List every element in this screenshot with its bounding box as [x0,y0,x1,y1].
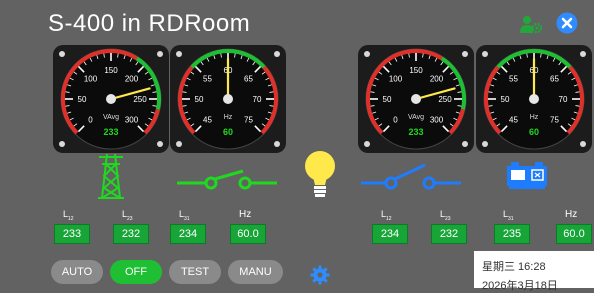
gauge-scale-label: 50 [78,95,87,104]
gauge-scale-label: 50 [501,95,510,104]
weekday-time: 星期三 16:28 [482,261,546,273]
reading-label-l31: L31 [503,209,514,222]
reading-label-subscript: 31 [184,215,190,222]
reading-label-l12: L12 [381,209,392,222]
gauge-scale-label: 70 [253,95,262,104]
gauge-scale-label: 70 [559,95,568,104]
screw [274,51,280,57]
gauge-scale-label: 75 [244,116,253,125]
left-reading-value: 233 [54,224,90,244]
reading-label-subscript: 23 [445,215,451,222]
off-button[interactable]: OFF [110,260,162,284]
gauge-scale-label: 45 [203,116,212,125]
user-gear-icon[interactable] [519,14,543,34]
page-title: S-400 in RDRoom [48,10,251,37]
gauge-reading: 60 [529,127,539,137]
gauge-scale-label: 150 [104,66,118,75]
light-bulb-icon [305,151,335,197]
test-button[interactable]: TEST [169,260,221,284]
gauge-unit: Hz [224,114,233,121]
gauge-scale-label: 300 [125,116,139,125]
reading-label-hz: Hz [239,209,252,220]
gauge-hub [223,94,233,104]
screw [274,141,280,147]
reading-label-l31: L31 [179,209,190,222]
right-reading-value: 60.0 [556,224,592,244]
gauge-unit: Hz [530,114,539,121]
transmission-tower-icon [98,153,124,199]
reading-label-hz: Hz [565,209,578,220]
gauge-scale-label: 75 [550,116,559,125]
right-reading-value: 234 [372,224,408,244]
left-reading-value: 60.0 [230,224,266,244]
reading-label-subscript: 31 [508,215,514,222]
gauge-reading: 233 [408,127,423,137]
gauge-scale-label: 100 [389,74,403,83]
screw [176,141,182,147]
auto-button[interactable]: AUTO [51,260,103,284]
gauge-scale-label: 300 [430,116,444,125]
breaker-open-icon [177,169,277,190]
gauge-scale-label: 250 [438,95,452,104]
gauge-scale-label: 0 [393,116,398,125]
screw [364,51,370,57]
screw [59,141,65,147]
gauge-hub [529,94,539,104]
gauge-hub [411,94,421,104]
gauge-unit: VAvg [103,114,119,121]
reading-label-subscript: 12 [68,215,74,222]
left-frequency-gauge: 45505560657075Hz60 [170,45,286,153]
left-reading-value: 232 [113,224,149,244]
reading-label-subscript: 12 [386,215,392,222]
gear-icon[interactable] [310,265,330,285]
reading-label-subscript: 23 [127,215,133,222]
reading-label-l23: L23 [440,209,451,222]
gauge-hub [106,94,116,104]
gauge-scale-label: 200 [430,74,444,83]
gauge-scale-label: 200 [125,74,139,83]
left-reading-value: 234 [170,224,206,244]
gauge-scale-label: 65 [550,74,559,83]
screw [580,51,586,57]
right-frequency-gauge: 45505560657075Hz60 [476,45,592,153]
gauge-scale-label: 250 [133,95,147,104]
screw [157,141,163,147]
screw [157,51,163,57]
gauge-reading: 233 [103,127,118,137]
screw [176,51,182,57]
gauge-scale-label: 45 [509,116,518,125]
screw [462,141,468,147]
gauge-scale-label: 55 [203,74,212,83]
right-reading-value: 235 [494,224,530,244]
manu-button[interactable]: MANU [228,260,283,284]
reading-label-l23: L23 [122,209,133,222]
gauge-reading: 60 [223,127,233,137]
gauge-scale-label: 150 [409,66,423,75]
gauge-scale-label: 50 [195,95,204,104]
gauge-scale-label: 65 [244,74,253,83]
screw [364,141,370,147]
screw [462,51,468,57]
screw [59,51,65,57]
gauge-scale-label: 55 [509,74,518,83]
right-reading-value: 232 [431,224,467,244]
screw [580,141,586,147]
screw [482,51,488,57]
gauge-scale-label: 50 [383,95,392,104]
reading-label-l12: L12 [63,209,74,222]
gauge-scale-label: 0 [88,116,93,125]
breaker-open-icon [361,163,461,190]
right-voltage-gauge: 0 50 100 150 200 250 300 VAvg 233 [358,45,474,153]
screw [482,141,488,147]
gauge-scale-label: 100 [84,74,98,83]
close-icon[interactable] [556,12,578,34]
datetime-panel: 星期三 16:28 2026年3月18日 [474,251,594,292]
gauge-unit: VAvg [408,114,424,121]
left-voltage-gauge: 0 50 100 150 200 250 300 VAvg 233 [53,45,169,153]
generator-icon [507,162,547,189]
date: 2026年3月18日 [482,280,558,292]
